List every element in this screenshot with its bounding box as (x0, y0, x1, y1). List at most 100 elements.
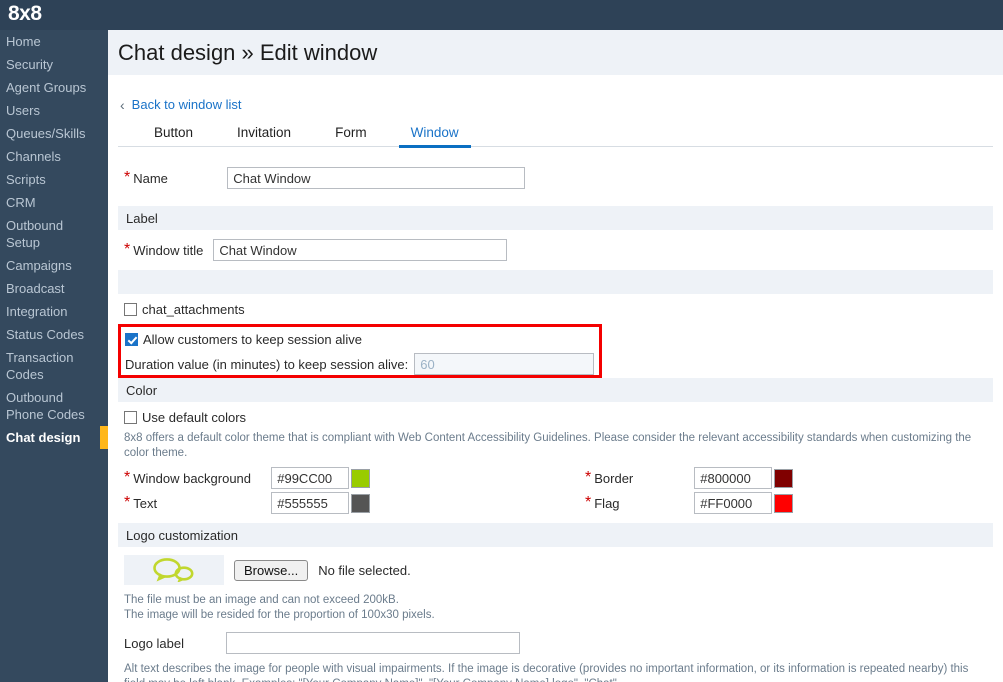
logo-label-field-row: Logo label (118, 632, 993, 654)
sidebar-item-channels[interactable]: Channels (0, 145, 108, 168)
alt-text-help: Alt text describes the image for people … (124, 663, 969, 682)
page-title-bar: Chat design » Edit window (108, 30, 1003, 75)
tab-bar: Button Invitation Form Window (118, 124, 993, 148)
sidebar-item-label: Scripts (6, 172, 46, 187)
duration-field-row: Duration value (in minutes) to keep sess… (125, 353, 595, 375)
sidebar-item-label: Outbound Phone Codes (6, 390, 85, 422)
chevron-left-icon: ‹ (120, 96, 125, 113)
top-bar: 8x8 (0, 0, 1003, 30)
name-label: Name (133, 170, 168, 186)
sidebar-item-campaigns[interactable]: Campaigns (0, 254, 108, 277)
window-background-label: Window background (133, 470, 252, 486)
border-color-swatch[interactable] (774, 468, 794, 488)
chat-attachments-checkbox[interactable] (124, 303, 137, 316)
sidebar-item-queues-skills[interactable]: Queues/Skills (0, 122, 108, 145)
flag-color-field-row: * Flag (585, 492, 794, 514)
form-content: ‹ Back to window list Button Invitation … (108, 97, 1003, 682)
sidebar-item-label: Campaigns (6, 258, 72, 273)
sidebar-item-home[interactable]: Home (0, 30, 108, 53)
label-section-header: Label (118, 206, 993, 230)
logo-label-label: Logo label (124, 635, 184, 651)
border-color-label: Border (594, 470, 634, 486)
duration-input[interactable] (414, 353, 595, 375)
sidebar-item-label: Transaction Codes (6, 350, 74, 382)
sidebar-item-broadcast[interactable]: Broadcast (0, 277, 108, 300)
sidebar-item-outbound-setup[interactable]: Outbound Setup (0, 214, 108, 254)
sidebar-item-crm[interactable]: CRM (0, 191, 108, 214)
duration-label: Duration value (in minutes) to keep sess… (125, 356, 409, 372)
required-asterisk: * (124, 469, 131, 486)
sidebar-item-label: Agent Groups (6, 80, 87, 95)
window-background-swatch[interactable] (351, 468, 371, 488)
empty-section-bar (118, 270, 993, 294)
tab-form[interactable]: Form (313, 125, 389, 147)
window-background-field-row: * Window background (124, 467, 371, 489)
back-to-window-list[interactable]: ‹ Back to window list (118, 97, 993, 112)
window-title-input[interactable] (213, 239, 508, 261)
sidebar-item-agent-groups[interactable]: Agent Groups (0, 76, 108, 99)
tab-invitation[interactable]: Invitation (215, 125, 313, 147)
sidebar-item-label: Status Codes (6, 327, 85, 342)
sidebar-item-status-codes[interactable]: Status Codes (0, 323, 108, 346)
required-asterisk: * (124, 169, 131, 186)
required-asterisk: * (585, 494, 592, 511)
tab-window[interactable]: Window (389, 125, 481, 148)
flag-color-label: Flag (594, 495, 620, 511)
sidebar-item-transaction-codes[interactable]: Transaction Codes (0, 346, 108, 386)
brand-logo[interactable]: 8x8 (8, 2, 42, 26)
chat-attachments-label: chat_attachments (142, 302, 245, 317)
use-default-colors-label: Use default colors (142, 410, 247, 425)
tab-button[interactable]: Button (132, 125, 215, 147)
use-default-colors-row[interactable]: Use default colors (118, 410, 993, 425)
window-title-label: Window title (133, 242, 204, 258)
color-fields-grid: * Window background * Text * Border (118, 467, 993, 517)
keep-session-alive-group: Allow customers to keep session alive Du… (121, 327, 599, 375)
text-color-field-row: * Text (124, 492, 371, 514)
logo-section-header: Logo customization (118, 523, 993, 547)
border-color-input[interactable] (694, 467, 773, 489)
logo-label-input[interactable] (226, 632, 520, 654)
sidebar-item-outbound-phone-codes[interactable]: Outbound Phone Codes (0, 386, 108, 426)
keep-session-alive-checkbox[interactable] (125, 333, 138, 346)
sidebar-item-security[interactable]: Security (0, 53, 108, 76)
window-title-field-row: * Window title (118, 239, 993, 261)
window-background-input[interactable] (271, 467, 350, 489)
flag-color-input[interactable] (694, 492, 773, 514)
chat-attachments-row[interactable]: chat_attachments (118, 302, 993, 317)
sidebar-item-label: Queues/Skills (6, 126, 86, 141)
text-color-swatch[interactable] (351, 493, 371, 513)
required-asterisk: * (124, 494, 131, 511)
keep-session-alive-highlight: Allow customers to keep session alive Du… (118, 324, 602, 378)
file-help-line-1: The file must be an image and can not ex… (124, 594, 399, 606)
logo-preview (124, 555, 224, 585)
logo-upload-row: Browse... No file selected. (118, 555, 993, 585)
required-asterisk: * (585, 469, 592, 486)
page-title: Chat design » Edit window (118, 39, 378, 65)
sidebar-item-label: Chat design (6, 430, 81, 445)
file-help-line-2: The image will be resided for the propor… (124, 609, 435, 621)
color-section-header: Color (118, 378, 993, 402)
browse-button[interactable]: Browse... (234, 559, 309, 581)
chat-bubbles-icon (153, 558, 194, 582)
sidebar-item-label: Integration (6, 304, 68, 319)
keep-alive-checkbox-row[interactable]: Allow customers to keep session alive (125, 332, 595, 347)
name-input[interactable] (227, 167, 526, 189)
border-color-field-row: * Border (585, 467, 794, 489)
sidebar-item-integration[interactable]: Integration (0, 300, 108, 323)
back-link-label: Back to window list (131, 97, 242, 112)
sidebar-item-label: Home (6, 34, 41, 49)
app-root: 8x8 Home Security Agent Groups Users Que… (0, 0, 1003, 682)
sidebar-item-label: Users (6, 103, 40, 118)
text-color-input[interactable] (271, 492, 350, 514)
file-status-text: No file selected. (318, 562, 411, 578)
sidebar-item-scripts[interactable]: Scripts (0, 168, 108, 191)
active-accent-bar (100, 426, 108, 449)
flag-color-swatch[interactable] (774, 493, 794, 513)
accessibility-note: 8x8 offers a default color theme that is… (124, 432, 972, 459)
use-default-colors-checkbox[interactable] (124, 411, 137, 424)
sidebar-item-users[interactable]: Users (0, 99, 108, 122)
name-field-row: * Name (118, 167, 993, 189)
sidebar-item-label: Broadcast (6, 281, 65, 296)
sidebar-item-label: Outbound Setup (6, 218, 64, 250)
sidebar-item-chat-design[interactable]: Chat design (0, 426, 108, 449)
